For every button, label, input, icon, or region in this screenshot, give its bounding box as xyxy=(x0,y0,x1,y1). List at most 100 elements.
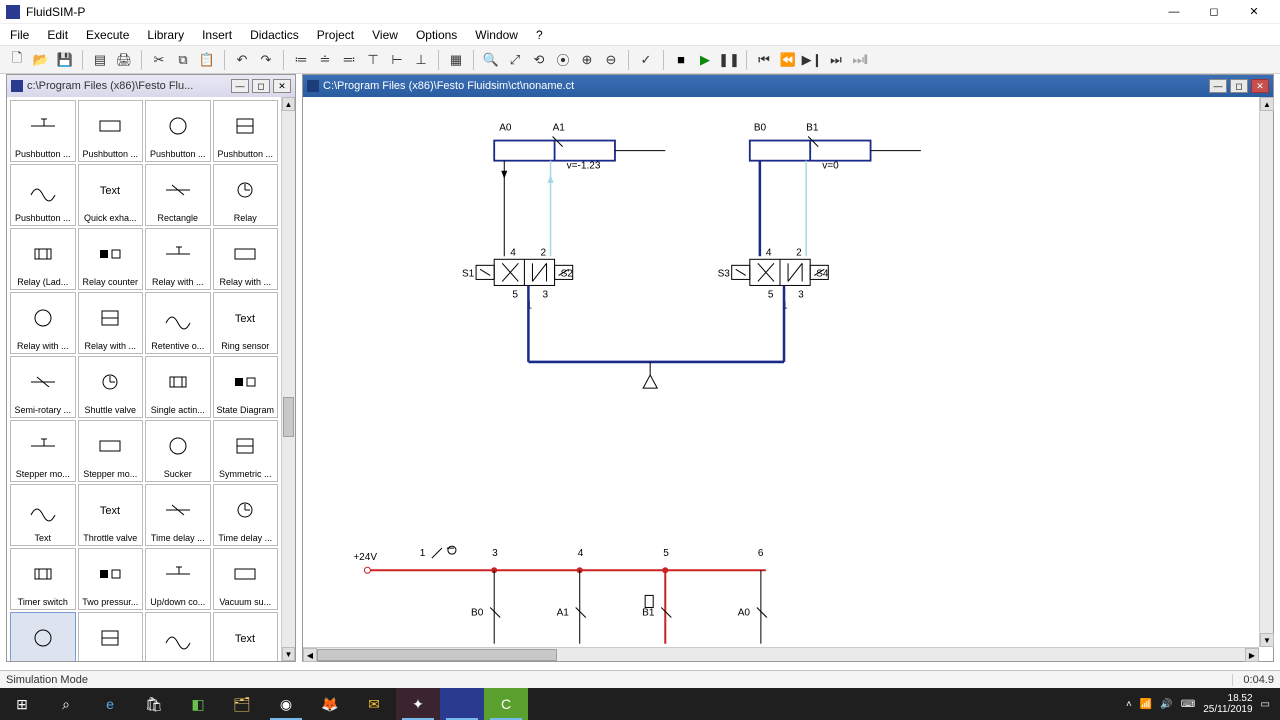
palette-item[interactable]: TextXOR xyxy=(213,612,279,661)
palette-item[interactable]: Shuttle valve xyxy=(78,356,144,418)
tray-clock[interactable]: 18.52 25/11/2019 xyxy=(1203,693,1252,715)
redo-icon[interactable]: ↷ xyxy=(255,49,277,71)
palette-item[interactable]: State Diagram xyxy=(213,356,279,418)
menu-edit[interactable]: Edit xyxy=(43,26,72,44)
scroll-right-icon[interactable]: ▶ xyxy=(1245,648,1259,662)
palette-item[interactable]: Relay with ... xyxy=(78,292,144,354)
palette-item[interactable]: TextThrottle valve xyxy=(78,484,144,546)
step-back-icon[interactable]: ⏪ xyxy=(777,49,799,71)
zoom-prev-icon[interactable]: ⟲ xyxy=(528,49,550,71)
align-left-icon[interactable]: ≔ xyxy=(290,49,312,71)
align-right-icon[interactable]: ≕ xyxy=(338,49,360,71)
new-icon[interactable]: 🗋 xyxy=(6,49,28,71)
check-icon[interactable]: ✓ xyxy=(635,49,657,71)
chrome-icon[interactable]: ◉ xyxy=(264,688,308,720)
menu-insert[interactable]: Insert xyxy=(198,26,236,44)
step-fwd-icon[interactable]: ▶❙ xyxy=(801,49,823,71)
palette-item[interactable]: Relay counter xyxy=(78,228,144,290)
doc-vscrollbar[interactable]: ▲ ▼ xyxy=(1259,97,1273,647)
palette-item[interactable]: Wiping relay xyxy=(145,612,211,661)
cut-icon[interactable]: ✂ xyxy=(148,49,170,71)
explorer-icon[interactable]: 🗂 xyxy=(220,688,264,720)
zoom-100-icon[interactable]: ⦿ xyxy=(552,49,574,71)
preview-icon[interactable]: ▤ xyxy=(89,49,111,71)
tray-notifications-icon[interactable]: ▭ xyxy=(1261,699,1270,710)
palette-item[interactable]: Relay xyxy=(213,164,279,226)
menu-view[interactable]: View xyxy=(368,26,402,44)
pause-icon[interactable]: ❚❚ xyxy=(718,49,740,71)
scroll-thumb[interactable] xyxy=(317,649,557,661)
menu-didactics[interactable]: Didactics xyxy=(246,26,303,44)
palette-item[interactable]: Text xyxy=(10,484,76,546)
palette-item[interactable]: Time delay ... xyxy=(145,484,211,546)
doc-minimize-button[interactable]: — xyxy=(1209,79,1227,93)
start-button[interactable]: ⊞ xyxy=(0,688,44,720)
palette-close-button[interactable]: ✕ xyxy=(273,79,291,93)
palette-item[interactable]: Relay with ... xyxy=(213,228,279,290)
menu-window[interactable]: Window xyxy=(471,26,522,44)
tray-wifi-icon[interactable]: 📶 xyxy=(1140,699,1152,710)
app2-icon[interactable]: ✦ xyxy=(396,688,440,720)
palette-item[interactable]: Timer switch xyxy=(10,548,76,610)
scroll-up-icon[interactable]: ▲ xyxy=(1260,97,1274,111)
firefox-icon[interactable]: 🦊 xyxy=(308,688,352,720)
align-middle-icon[interactable]: ⊢ xyxy=(386,49,408,71)
palette-item[interactable]: Retentive o... xyxy=(145,292,211,354)
align-top-icon[interactable]: ⊤ xyxy=(362,49,384,71)
palette-item[interactable]: Rectangle xyxy=(145,164,211,226)
circuit-canvas[interactable]: A0 A1 v=-1.23 B0 B1 xyxy=(303,97,1259,647)
save-icon[interactable]: 💾 xyxy=(54,49,76,71)
palette-item[interactable]: Valve solen... xyxy=(78,612,144,661)
palette-item[interactable]: Single actin... xyxy=(145,356,211,418)
tray-volume-icon[interactable]: 🔊 xyxy=(1160,699,1172,710)
palette-maximize-button[interactable]: ◻ xyxy=(252,79,270,93)
palette-item[interactable]: Pushbutton ... xyxy=(78,100,144,162)
palette-item[interactable]: Pushbutton ... xyxy=(213,100,279,162)
palette-item[interactable]: Relay with ... xyxy=(10,292,76,354)
close-button[interactable]: ✕ xyxy=(1234,0,1274,24)
palette-item[interactable]: Up/down co... xyxy=(145,548,211,610)
zoom-in-icon[interactable]: ⊕ xyxy=(576,49,598,71)
menu-execute[interactable]: Execute xyxy=(82,26,133,44)
palette-header[interactable]: c:\Program Files (x86)\Festo Flu... — ◻ … xyxy=(7,75,295,97)
copy-icon[interactable]: ⧉ xyxy=(172,49,194,71)
search-icon[interactable]: ⌕ xyxy=(44,688,88,720)
doc-maximize-button[interactable]: ◻ xyxy=(1230,79,1248,93)
palette-item[interactable]: Semi-rotary ... xyxy=(10,356,76,418)
fast-fwd-icon[interactable]: ⏭ xyxy=(825,49,847,71)
print-icon[interactable]: 🖨 xyxy=(113,49,135,71)
palette-item[interactable]: TextRing sensor xyxy=(213,292,279,354)
fluidsim-taskbar-icon[interactable] xyxy=(440,688,484,720)
menu-help[interactable]: ? xyxy=(532,26,547,44)
palette-item[interactable]: Vacuum su... xyxy=(213,548,279,610)
palette-item[interactable]: Stepper mo... xyxy=(78,420,144,482)
scroll-thumb[interactable] xyxy=(283,397,294,437)
palette-item[interactable]: Pushbutton ... xyxy=(10,100,76,162)
doc-hscrollbar[interactable]: ◀ ▶ xyxy=(303,647,1259,661)
maximize-button[interactable]: ◻ xyxy=(1194,0,1234,24)
rewind-icon[interactable]: ⏮ xyxy=(753,49,775,71)
camtasia-icon[interactable]: C xyxy=(484,688,528,720)
palette-item[interactable]: Relay (Lad... xyxy=(10,228,76,290)
minimize-button[interactable]: — xyxy=(1154,0,1194,24)
grid-icon[interactable]: ▦ xyxy=(445,49,467,71)
mail-icon[interactable]: ✉ xyxy=(352,688,396,720)
align-center-icon[interactable]: ≐ xyxy=(314,49,336,71)
doc-close-button[interactable]: ✕ xyxy=(1251,79,1269,93)
document-header[interactable]: C:\Program Files (x86)\Festo Fluidsim\ct… xyxy=(303,75,1273,97)
palette-item[interactable]: Stepper mo... xyxy=(10,420,76,482)
undo-icon[interactable]: ↶ xyxy=(231,49,253,71)
app1-icon[interactable]: ◧ xyxy=(176,688,220,720)
palette-item[interactable]: Sucker xyxy=(145,420,211,482)
palette-scrollbar[interactable]: ▲ ▼ xyxy=(281,97,295,661)
menu-project[interactable]: Project xyxy=(313,26,358,44)
menu-file[interactable]: File xyxy=(6,26,33,44)
scroll-left-icon[interactable]: ◀ xyxy=(303,648,317,662)
palette-item[interactable]: Two pressur... xyxy=(78,548,144,610)
scroll-down-icon[interactable]: ▼ xyxy=(1260,633,1274,647)
edge-icon[interactable]: e xyxy=(88,688,132,720)
system-tray[interactable]: ˄ 📶 🔊 ⌨ 18.52 25/11/2019 ▭ xyxy=(1116,693,1280,715)
palette-item[interactable]: TextQuick exha... xyxy=(78,164,144,226)
menu-options[interactable]: Options xyxy=(412,26,461,44)
palette-minimize-button[interactable]: — xyxy=(231,79,249,93)
